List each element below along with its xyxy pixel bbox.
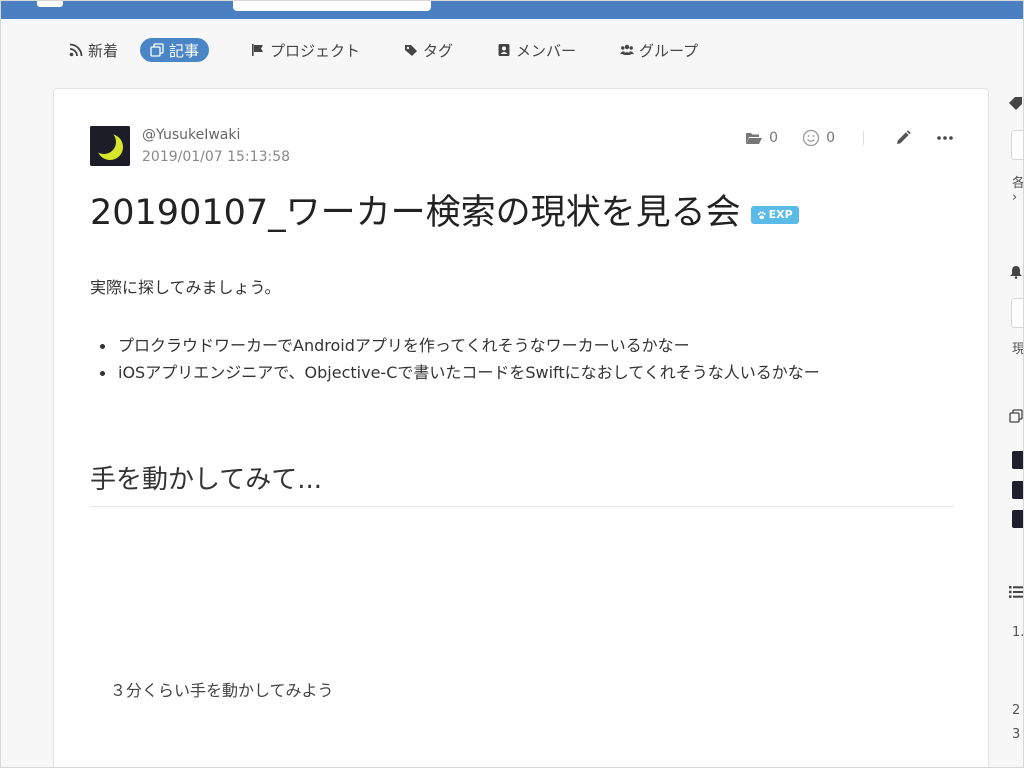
- sidebar-input[interactable]: [1011, 298, 1023, 328]
- edit-button[interactable]: [894, 129, 912, 147]
- post-timestamp: 2019/01/07 15:13:58: [142, 149, 291, 165]
- nav-item-label: 記事: [169, 41, 200, 60]
- article-thumbnail[interactable]: [1012, 481, 1023, 499]
- note-paragraph: ３分くらい手を動かしてみよう: [110, 681, 334, 700]
- sidebar-text: 現: [1012, 342, 1024, 357]
- tag-icon: [1009, 97, 1022, 110]
- bullet-list: プロクラウドワーカーでAndroidアプリを作ってくれそうなワーカーいるかなー …: [100, 332, 820, 386]
- toc-item[interactable]: 1.: [1012, 625, 1023, 640]
- right-sidebar: 各 › 現 1. 2 3: [1005, 88, 1024, 767]
- paw-icon: [757, 211, 766, 219]
- more-options-button[interactable]: [936, 129, 954, 147]
- avatar[interactable]: [90, 126, 130, 166]
- search-input[interactable]: [233, 1, 431, 11]
- article-thumbnail[interactable]: [1012, 451, 1023, 469]
- stock-count: 0: [769, 130, 779, 146]
- articles-icon: [1009, 409, 1023, 423]
- author-name[interactable]: @YusukeIwaki: [142, 127, 240, 143]
- tags-icon: [405, 45, 417, 56]
- article-thumbnail[interactable]: [1012, 510, 1023, 528]
- divider: [863, 131, 864, 145]
- app-logo[interactable]: [37, 1, 63, 7]
- list-item: iOSアプリエンジニアで、Objective-Cで書いたコードをSwiftになお…: [100, 359, 820, 386]
- nav-item-articles[interactable]: 記事: [140, 38, 210, 62]
- nav-item-label: タグ: [423, 41, 454, 60]
- article-title: 20190107_ワーカー検索の現状を見る会 EXP: [90, 191, 950, 235]
- main-nav: 新着 記事 プロジェクト タグ メンバー グループ: [1, 19, 1023, 87]
- nav-item-projects[interactable]: プロジェクト: [241, 38, 370, 62]
- article-card: @YusukeIwaki 2019/01/07 15:13:58 0 0 201…: [53, 88, 989, 767]
- badge-label: EXP: [768, 208, 793, 221]
- browser-window: 新着 記事 プロジェクト タグ メンバー グループ @YusukeIwaki 2…: [0, 0, 1024, 768]
- flag-icon: [252, 44, 263, 56]
- section-heading: 手を動かしてみて...: [90, 459, 954, 507]
- like-count: 0: [826, 130, 835, 146]
- toc-item[interactable]: 2: [1012, 703, 1020, 718]
- ellipsis-icon: [937, 136, 953, 140]
- nav-item-label: メンバー: [516, 41, 577, 60]
- toc-item[interactable]: 3: [1012, 727, 1020, 742]
- exp-badge[interactable]: EXP: [750, 206, 799, 224]
- pencil-icon: [897, 130, 911, 144]
- list-item: プロクラウドワーカーでAndroidアプリを作ってくれそうなワーカーいるかなー: [100, 332, 820, 359]
- nav-item-tags[interactable]: タグ: [394, 38, 463, 62]
- users-icon: [620, 44, 634, 55]
- nav-item-label: プロジェクト: [270, 41, 361, 60]
- like-button[interactable]: 0: [802, 129, 835, 147]
- sidebar-text: 各: [1012, 176, 1024, 191]
- nav-item-members[interactable]: メンバー: [487, 38, 586, 62]
- article-actions: 0 0: [745, 127, 954, 149]
- sidebar-text: ›: [1012, 190, 1018, 205]
- folder-open-icon: [746, 133, 763, 144]
- smile-icon: [802, 129, 820, 147]
- nav-item-label: グループ: [639, 41, 699, 60]
- sidebar-input[interactable]: [1011, 130, 1023, 160]
- nav-item-new[interactable]: 新着: [59, 38, 128, 62]
- nav-item-label: 新着: [88, 41, 119, 60]
- bell-icon: [1010, 266, 1022, 279]
- nav-item-groups[interactable]: グループ: [610, 38, 708, 62]
- member-card-icon: [498, 44, 510, 56]
- rss-icon: [69, 43, 83, 57]
- article-title-text: 20190107_ワーカー検索の現状を見る会: [90, 193, 741, 233]
- intro-paragraph: 実際に探してみましょう。: [90, 278, 281, 297]
- top-header-bar: [1, 1, 1023, 19]
- stock-button[interactable]: 0: [745, 129, 778, 147]
- list-icon: [1009, 586, 1023, 598]
- crescent-moon-icon: [90, 126, 130, 166]
- articles-icon: [150, 43, 164, 57]
